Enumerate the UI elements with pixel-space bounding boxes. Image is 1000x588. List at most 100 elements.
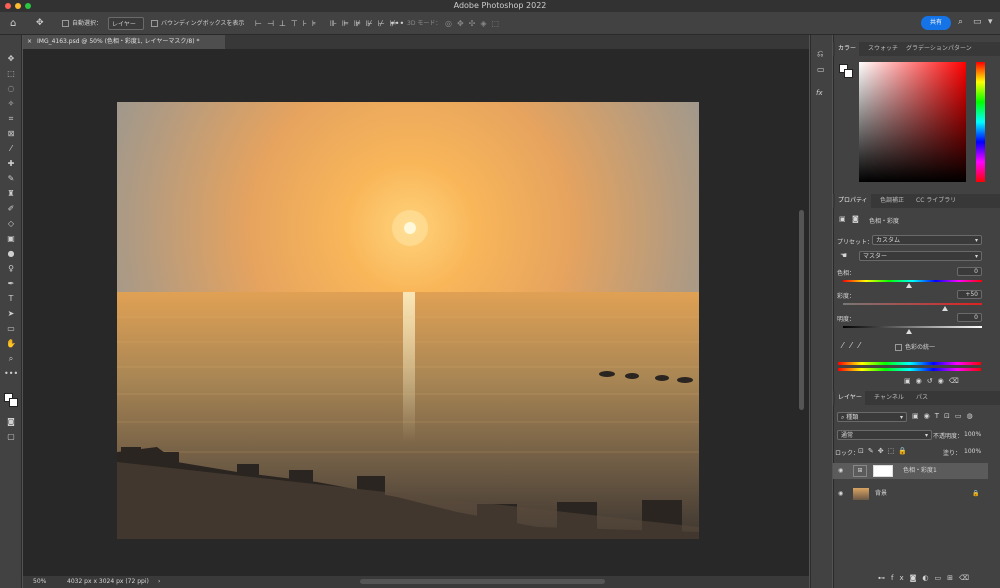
healing-brush-icon[interactable]: ✚ <box>4 158 18 170</box>
layer-filter-icons[interactable]: ▣◉T⊡▭◍ <box>912 412 978 420</box>
background-thumbnail <box>853 488 869 500</box>
channel-dropdown[interactable]: マスター ▾ <box>859 251 982 261</box>
hue-slider-track[interactable] <box>843 280 982 282</box>
color-panel-tabs: カラー スウォッチ グラデーション パターン <box>833 42 1000 56</box>
history-brush-icon[interactable]: ✐ <box>4 203 18 215</box>
tab-cc-libraries[interactable]: CC ライブラリ <box>913 194 959 208</box>
tab-color[interactable]: カラー <box>835 42 860 56</box>
title-bar: Adobe Photoshop 2022 <box>0 0 1000 12</box>
color-picker-field[interactable] <box>859 62 966 182</box>
adjustment-title: 色相・彩度 <box>869 218 900 225</box>
auto-select-checkbox[interactable]: 自動選択： <box>62 17 102 30</box>
bounding-box-checkbox[interactable]: バウンディングボックスを表示 <box>151 17 244 30</box>
fill-value[interactable]: 100% <box>964 448 981 455</box>
layer-row-hue-saturation[interactable]: ◉ ⊞ 色相・彩度1 <box>833 463 988 479</box>
zoom-level[interactable]: 50% <box>33 576 46 588</box>
hue-value[interactable]: 0 <box>957 267 982 276</box>
tab-layers[interactable]: レイヤー <box>835 391 865 405</box>
workspace-icon[interactable]: ▭ <box>973 17 982 27</box>
saturation-label: 彩度： <box>837 293 856 300</box>
lightness-slider-thumb[interactable] <box>906 329 912 334</box>
document-tab[interactable]: × IMG_4163.psd @ 50% (色相・彩度1, レイヤーマスク/8)… <box>23 35 225 49</box>
eyedropper-tool-icon[interactable]: ⁄ <box>4 143 18 155</box>
fx-icon[interactable]: fx <box>816 89 823 97</box>
layer-name: 背景 <box>875 490 888 497</box>
eyedropper-icons[interactable]: ⁄⁄⁄ <box>842 341 867 350</box>
hue-slider-thumb[interactable] <box>906 283 912 288</box>
lock-icons[interactable]: ⊡✎✥⬚🔒 <box>858 447 911 455</box>
minimize-window-button[interactable] <box>15 3 21 9</box>
gradient-tool-icon[interactable]: ▣ <box>4 233 18 245</box>
options-bar: ⌂ ✥ 自動選択： レイヤー ▾ バウンディングボックスを表示 ⊢⊣⊥⊤⊦⊧ ⊪… <box>0 12 1000 41</box>
edit-toolbar-icon[interactable]: ••• <box>4 368 18 380</box>
lightness-slider-track[interactable] <box>843 326 982 328</box>
stamp-tool-icon[interactable]: ♜ <box>4 188 18 200</box>
quick-mask-icon[interactable]: ◙ <box>4 416 18 428</box>
move-tool-icon[interactable]: ✥ <box>36 17 44 30</box>
layer-filter-dropdown[interactable]: ⌕ 種類 ▾ <box>837 412 907 422</box>
crop-tool-icon[interactable]: ⌗ <box>4 113 18 125</box>
saturation-slider-thumb[interactable] <box>942 306 948 311</box>
search-icon[interactable]: ⌕ <box>958 17 963 27</box>
lasso-tool-icon[interactable]: ◌ <box>4 83 18 95</box>
tab-adjustments[interactable]: 色調補正 <box>877 194 907 208</box>
align-icons[interactable]: ⊢⊣⊥⊤⊦⊧ <box>255 17 321 30</box>
tab-swatches[interactable]: スウォッチ <box>865 42 901 56</box>
preset-dropdown[interactable]: カスタム ▾ <box>872 235 982 245</box>
zoom-tool-icon[interactable]: ⌕ <box>4 353 18 365</box>
tab-channels[interactable]: チャンネル <box>871 391 907 405</box>
blend-mode-dropdown[interactable]: 通常 ▾ <box>837 430 932 440</box>
visibility-eye-icon[interactable]: ◉ <box>838 463 843 479</box>
3d-tool-icons[interactable]: ◎✥✣◈⬚ <box>445 17 504 30</box>
hand-tool-icon[interactable]: ✋ <box>4 338 18 350</box>
history-icon[interactable]: ⎌ <box>817 49 823 59</box>
brush-tool-icon[interactable]: ✎ <box>4 173 18 185</box>
layer-mask-thumbnail[interactable] <box>873 465 893 477</box>
frame-tool-icon[interactable]: ⊠ <box>4 128 18 140</box>
more-options-icon[interactable]: ••• <box>390 17 404 30</box>
saturation-value[interactable]: +50 <box>957 290 982 299</box>
workspace-menu-icon[interactable]: ▾ <box>988 17 993 27</box>
pen-tool-icon[interactable]: ✒ <box>4 278 18 290</box>
eraser-tool-icon[interactable]: ◇ <box>4 218 18 230</box>
document-image[interactable] <box>117 102 699 539</box>
tab-paths[interactable]: パス <box>913 391 931 405</box>
targeted-adjustment-icon[interactable]: ☚ <box>840 251 847 260</box>
hue-slider[interactable] <box>976 62 985 182</box>
share-button[interactable]: 共有 <box>921 16 951 30</box>
status-menu-icon[interactable]: › <box>158 576 160 588</box>
tab-properties[interactable]: プロパティ <box>835 194 871 208</box>
home-icon[interactable]: ⌂ <box>10 17 16 30</box>
comments-icon[interactable]: ▭ <box>817 65 825 74</box>
screen-mode-icon[interactable]: ▢ <box>4 431 18 443</box>
marquee-tool-icon[interactable]: ⬚ <box>4 68 18 80</box>
magic-wand-tool-icon[interactable]: ✧ <box>4 98 18 110</box>
move-tool-icon[interactable]: ✥ <box>4 53 18 65</box>
auto-select-dropdown[interactable]: レイヤー ▾ <box>108 17 144 41</box>
background-color-swatch[interactable] <box>9 398 18 407</box>
path-selection-icon[interactable]: ➤ <box>4 308 18 320</box>
document-dimensions: 4032 px x 3024 px (72 ppi) <box>67 578 149 585</box>
type-tool-icon[interactable]: T <box>4 293 18 305</box>
saturation-slider-track[interactable] <box>843 303 982 305</box>
tab-patterns[interactable]: パターン <box>945 42 975 56</box>
mask-icon[interactable]: ◙ <box>852 215 859 223</box>
hue-spectrum-bar-bottom <box>838 368 981 371</box>
blur-tool-icon[interactable]: ● <box>4 248 18 260</box>
horizontal-scrollbar[interactable] <box>360 579 605 584</box>
opacity-value[interactable]: 100% <box>964 431 981 438</box>
visibility-eye-icon[interactable]: ◉ <box>838 486 843 502</box>
dodge-tool-icon[interactable]: ♀ <box>4 263 18 275</box>
zoom-window-button[interactable] <box>25 3 31 9</box>
colorize-checkbox[interactable]: 色彩の統一 <box>895 342 935 351</box>
close-window-button[interactable] <box>5 3 11 9</box>
vertical-scrollbar[interactable] <box>799 210 804 410</box>
close-tab-icon[interactable]: × <box>27 35 32 49</box>
layers-footer-icons[interactable]: ⊷fx◙◐▭⊞⌫ <box>878 574 975 582</box>
shape-tool-icon[interactable]: ▭ <box>4 323 18 335</box>
lightness-value[interactable]: 0 <box>957 313 982 322</box>
color-bg-swatch[interactable] <box>844 69 853 78</box>
properties-footer-icons[interactable]: ▣◉↺◉⌫ <box>904 377 964 385</box>
layer-row-background[interactable]: ◉ 背景 🔒 <box>833 486 988 502</box>
tab-gradients[interactable]: グラデーション <box>903 42 951 56</box>
